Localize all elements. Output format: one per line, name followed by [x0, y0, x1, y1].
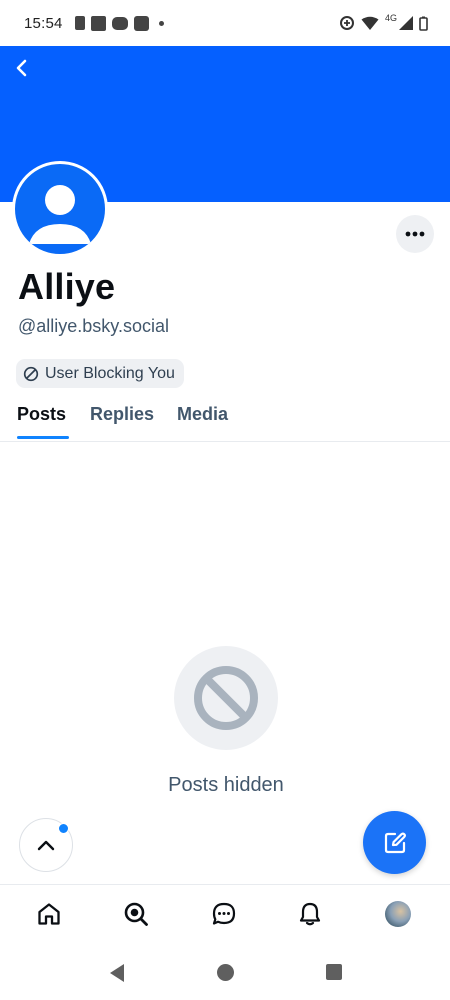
profile-tabs: Posts Replies Media [0, 396, 450, 442]
chevron-up-icon [37, 840, 55, 851]
profile-screen: 15:54 4G Alliye @alliye.bsky.social User… [0, 0, 450, 1000]
posts-hidden-label: Posts hidden [168, 774, 284, 796]
home-circle-icon[interactable] [216, 963, 235, 982]
ellipsis-icon [405, 231, 425, 237]
image-notification-icon [90, 15, 106, 31]
wifi-icon [361, 16, 379, 30]
default-user-icon [29, 185, 91, 244]
signal-icon [399, 16, 413, 30]
status-bar: 15:54 4G [0, 0, 450, 46]
bottom-nav [0, 884, 450, 944]
status-time: 15:54 [24, 14, 63, 32]
bell-icon [299, 902, 321, 926]
tab-replies[interactable]: Replies [90, 404, 154, 425]
compose-icon [384, 832, 406, 853]
user-handle: @alliye.bsky.social [18, 316, 169, 336]
tab-posts[interactable]: Posts [17, 404, 66, 425]
network-type: 4G [384, 13, 397, 23]
profile-avatar [385, 901, 411, 927]
new-posts-dot [58, 823, 69, 834]
more-notifications-icon [158, 20, 164, 26]
blocked-icon [194, 666, 258, 730]
system-nav-bar [0, 944, 450, 1000]
tab-media[interactable]: Media [177, 404, 228, 425]
more-options-button[interactable] [396, 215, 434, 253]
search-icon [124, 902, 148, 926]
blocking-badge: User Blocking You [16, 359, 184, 388]
nav-notifications[interactable] [293, 897, 327, 931]
data-saver-icon [339, 16, 354, 30]
back-triangle-icon[interactable] [108, 963, 126, 983]
active-tab-indicator [17, 436, 69, 439]
profile-avatar[interactable] [12, 161, 108, 257]
status-left: 15:54 [24, 15, 164, 32]
posts-hidden-illustration [174, 646, 278, 750]
message-notification-icon [111, 16, 128, 30]
home-icon [38, 903, 60, 925]
display-name: Alliye [18, 266, 116, 307]
blocking-label: User Blocking You [45, 364, 175, 382]
chat-icon [212, 902, 236, 925]
nav-profile[interactable] [381, 897, 415, 931]
back-button[interactable] [8, 54, 36, 82]
nav-home[interactable] [32, 897, 66, 931]
blocked-icon [23, 366, 39, 381]
alert-notification-icon [74, 16, 85, 30]
nav-search[interactable] [119, 897, 153, 931]
recents-square-icon[interactable] [325, 963, 343, 981]
chevron-left-icon [16, 59, 27, 77]
compose-post-button[interactable] [363, 811, 426, 874]
nav-chat[interactable] [207, 897, 241, 931]
battery-icon [419, 16, 428, 31]
status-right: 4G [339, 13, 428, 31]
app-notification-icon [133, 15, 149, 31]
